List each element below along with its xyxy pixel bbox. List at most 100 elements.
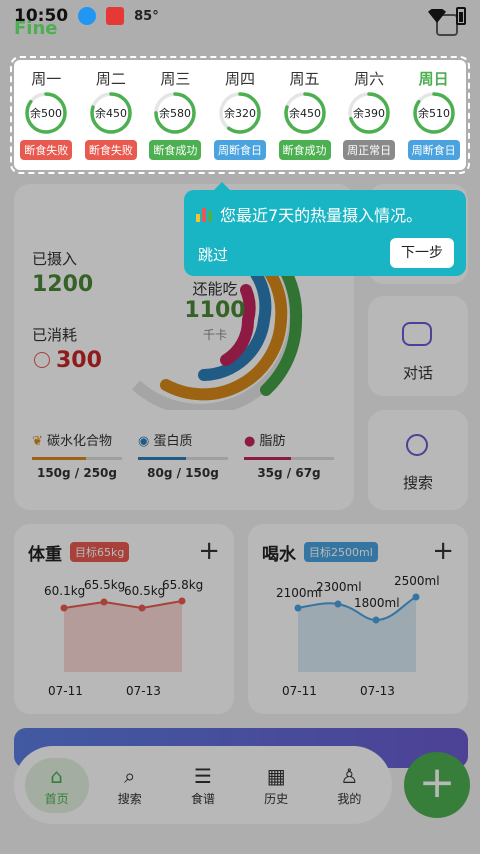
download-icon [78, 7, 97, 25]
macro-bar-fill [32, 457, 86, 460]
weight-date: 07-11 [48, 684, 83, 698]
macro-name: 碳水化合物 [47, 434, 113, 449]
remain-label: 还能吃 [192, 280, 238, 298]
day-name: 周二 [95, 70, 126, 88]
water-point [412, 593, 420, 601]
macro-bar-fill [244, 457, 291, 460]
bottom-nav: ⌂ 首页 ⌕ 搜索 ☰ 食谱 ▦ 历史 ♙ 我的 [14, 746, 392, 824]
day-name: 周三 [160, 70, 191, 88]
bar-chart-icon [196, 206, 214, 222]
weight-point [138, 604, 146, 612]
weight-card[interactable]: 体重 目标65kg + 60.1kg 65.5kg 60.5kg 65.8kg … [14, 524, 234, 714]
day-status-tag: 周断食日 [407, 140, 460, 160]
nav-profile[interactable]: ♙ 我的 [317, 764, 381, 807]
fire-icon [34, 352, 50, 368]
weight-label: 60.1kg [44, 584, 86, 598]
water-date: 07-13 [360, 684, 395, 698]
day-1[interactable]: 周二 余450 断食失败 [81, 68, 141, 160]
water-card[interactable]: 喝水 目标2500ml + 2100ml 2300ml 1800ml 2500m… [248, 524, 468, 714]
day-ring: 余450 [283, 92, 326, 134]
remain-value: 1100 [184, 298, 246, 323]
weight-label: 60.5kg [124, 584, 166, 598]
day-status-tag: 周断食日 [213, 140, 266, 160]
nav-history[interactable]: ▦ 历史 [244, 764, 308, 807]
water-chart [294, 593, 420, 672]
search-icon: ⌕ [124, 763, 136, 788]
day-status-tag: 断食失败 [20, 140, 73, 160]
weight-date: 07-13 [126, 684, 161, 698]
nav-search[interactable]: ⌕ 搜索 [98, 764, 162, 807]
search-card[interactable] [368, 410, 468, 510]
fat-icon: ● [244, 434, 256, 449]
next-step-button[interactable]: 下一步 [390, 238, 454, 268]
day-3[interactable]: 周四余320 周断食日 [210, 68, 270, 160]
day-status-tag: 断食成功 [149, 140, 202, 160]
onboarding-tooltip: 您最近7天的热量摄入情况。 跳过 下一步 [184, 182, 466, 276]
day-6[interactable]: 周日 余510 周断食日 [404, 68, 464, 160]
weight-label: 65.5kg [84, 578, 126, 592]
calendar-icon: ▦ [266, 763, 286, 788]
day-2[interactable]: 周三余580 断食成功 [145, 68, 205, 160]
day-5[interactable]: 周六余390 周正常日 [339, 68, 399, 160]
water-point [294, 604, 302, 612]
day-ring: 余580 [154, 92, 197, 134]
nav-recipes[interactable]: ☰ 食谱 [171, 764, 235, 807]
status-time: 10:50 [14, 6, 69, 26]
app-notification-icon [106, 7, 125, 25]
nav-home[interactable]: ⌂ 首页 [24, 757, 89, 813]
day-remain: 余320 [224, 106, 256, 120]
day-name: 周一 [31, 70, 62, 88]
macro-name: 蛋白质 [153, 434, 193, 449]
day-name: 周五 [289, 70, 320, 88]
water-label: 2500ml [394, 574, 440, 588]
chat-label: 对话 [402, 364, 433, 382]
tooltip-message: 您最近7天的热量摄入情况。 [220, 206, 423, 225]
skip-button[interactable]: 跳过 [198, 244, 228, 265]
weight-point [60, 604, 68, 612]
burn-label: 已消耗 [32, 326, 78, 344]
weight-chart [60, 597, 186, 672]
day-ring: 余510 [412, 92, 455, 134]
status-temperature: 85° [134, 8, 159, 24]
day-name: 周六 [354, 70, 385, 88]
search-icon [406, 434, 428, 456]
nav-label: 搜索 [117, 791, 142, 806]
intake-value: 1200 [32, 272, 94, 297]
chat-icon [402, 322, 432, 346]
day-remain: 余390 [353, 106, 385, 120]
macro-value: 150g / 250g [36, 466, 117, 480]
water-date: 07-11 [282, 684, 317, 698]
macro-value: 80g / 150g [147, 466, 219, 480]
day-ring: 余320 [219, 92, 261, 134]
battery-icon [456, 7, 466, 25]
day-status-tag: 周正常日 [343, 140, 396, 160]
day-remain: 余500 [30, 106, 62, 120]
macro-value: 35g / 67g [257, 466, 321, 480]
weight-label: 65.8kg [162, 578, 204, 592]
day-remain: 余510 [418, 106, 450, 120]
weight-area [64, 601, 182, 672]
protein-icon: ◉ [138, 434, 150, 449]
add-fab-button[interactable]: + [404, 752, 470, 818]
remain-unit: 千卡 [202, 328, 227, 342]
intake-label: 已摄入 [32, 250, 78, 268]
day-remain: 余580 [159, 106, 191, 120]
week-panel-highlight: 周一 余500 断食失败 周二 余450 断食失败 周三 余580 断食成功 周四 余320 周断食日… [10, 56, 470, 174]
water-point [334, 600, 342, 608]
macro-fat: ● 脂肪 35g / 67g [244, 430, 334, 480]
day-0[interactable]: 周一余500 断食失败 [16, 68, 76, 160]
day-name: 周四 [224, 70, 255, 88]
water-label: 2100ml [276, 586, 322, 600]
nav-label: 历史 [264, 791, 289, 806]
day-ring: 余500 [25, 92, 68, 134]
nav-label: 我的 [337, 791, 362, 806]
wifi-icon [428, 9, 446, 23]
day-ring: 余390 [348, 92, 390, 134]
home-icon: ⌂ [50, 763, 63, 788]
day-4[interactable]: 周五 余450 断食成功 [275, 68, 335, 160]
nav-label: 食谱 [190, 791, 215, 806]
person-icon: ♙ [340, 763, 359, 788]
weight-point [100, 598, 108, 606]
macro-bar-fill [138, 457, 186, 460]
day-remain: 余450 [95, 106, 127, 120]
